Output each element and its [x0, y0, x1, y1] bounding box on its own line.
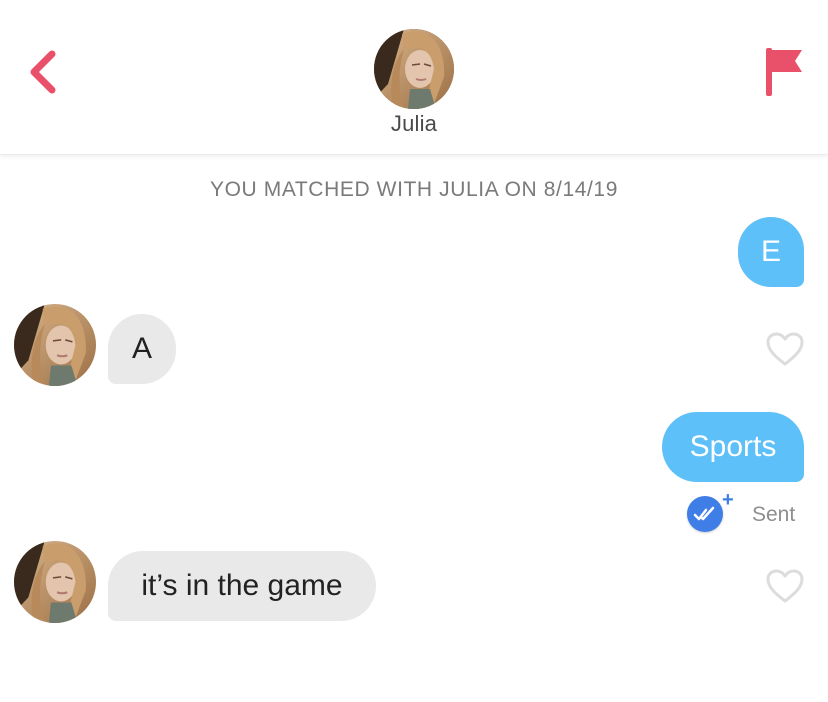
like-message-button[interactable]	[765, 568, 805, 604]
chevron-left-icon	[30, 50, 56, 94]
report-button[interactable]	[762, 46, 806, 98]
double-check-icon	[693, 506, 715, 521]
avatar-photo	[14, 541, 96, 623]
sender-avatar[interactable]	[14, 541, 96, 623]
heart-icon	[766, 332, 804, 366]
chat-screen: Julia YOU MATCHED WITH JULIA ON 8/14/19 …	[0, 0, 828, 702]
plus-icon: +	[722, 489, 734, 511]
outgoing-message-bubble[interactable]: Sports	[662, 412, 804, 482]
contact-avatar[interactable]	[374, 29, 454, 109]
read-receipt-badge[interactable]	[687, 496, 723, 532]
sent-status-label: Sent	[752, 503, 796, 526]
like-message-button[interactable]	[765, 331, 805, 367]
outgoing-message-bubble[interactable]: E	[738, 217, 804, 287]
back-button[interactable]	[24, 48, 64, 96]
avatar-photo	[374, 29, 454, 109]
sender-avatar[interactable]	[14, 304, 96, 386]
flag-icon	[766, 48, 802, 96]
contact-name[interactable]: Julia	[0, 111, 828, 137]
incoming-message-bubble[interactable]: A	[108, 314, 176, 384]
heart-icon	[766, 569, 804, 603]
chat-header: Julia	[0, 0, 828, 155]
avatar-photo	[14, 304, 96, 386]
incoming-message-bubble[interactable]: it’s in the game	[108, 551, 376, 621]
match-date-banner: YOU MATCHED WITH JULIA ON 8/14/19	[210, 178, 618, 201]
